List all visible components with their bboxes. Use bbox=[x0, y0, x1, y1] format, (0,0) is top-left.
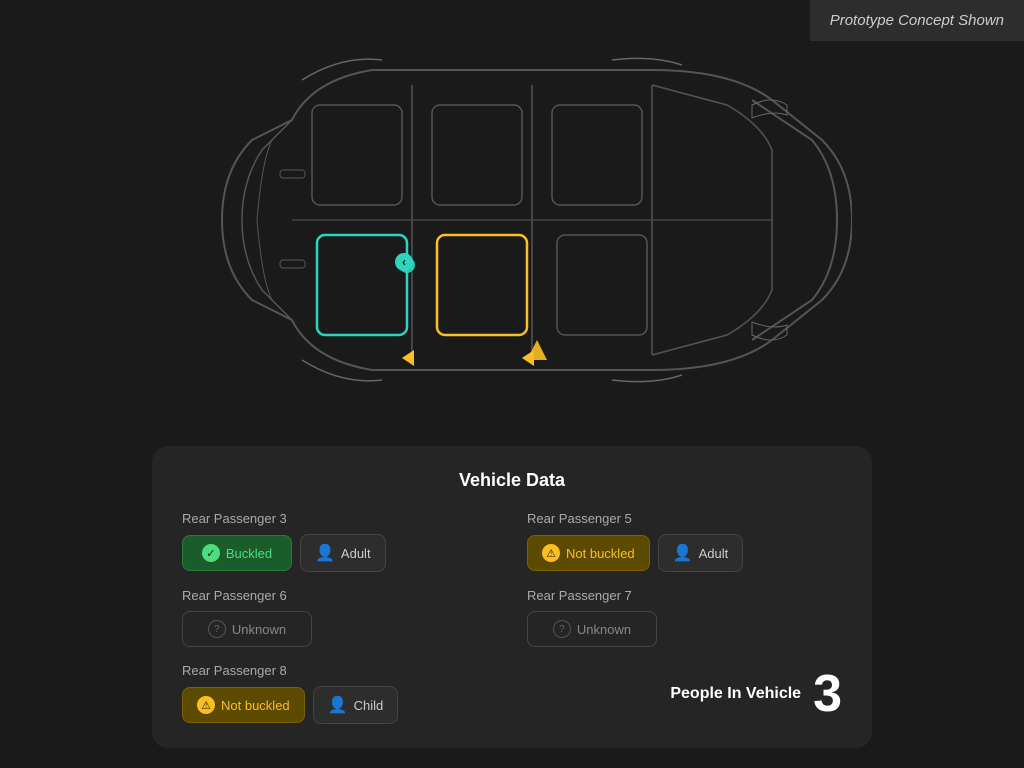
warning-icon: ⚠ bbox=[197, 696, 215, 714]
passenger-7-section: Rear Passenger 7 ? Unknown bbox=[527, 588, 842, 647]
passenger-7-badges: ? Unknown bbox=[527, 611, 842, 647]
passenger-5-badges: ⚠ Not buckled 👤 Adult bbox=[527, 534, 842, 572]
person-icon: 👤 bbox=[673, 543, 693, 563]
passenger-8-type-text: Child bbox=[354, 698, 384, 713]
passenger-5-status-text: Not buckled bbox=[566, 546, 635, 561]
warning-icon: ⚠ bbox=[542, 544, 560, 562]
passenger-7-label: Rear Passenger 7 bbox=[527, 588, 842, 603]
passenger-5-status-badge: ⚠ Not buckled bbox=[527, 535, 650, 571]
people-in-vehicle: People In Vehicle 3 bbox=[527, 668, 842, 720]
passenger-3-status-badge: ✓ Buckled bbox=[182, 535, 292, 571]
prototype-label: Prototype Concept Shown bbox=[810, 0, 1024, 41]
question-icon: ? bbox=[553, 620, 571, 638]
bottom-row: Rear Passenger 8 ⚠ Not buckled 👤 Child P… bbox=[182, 663, 842, 724]
passenger-8-type-badge: 👤 Child bbox=[313, 686, 399, 724]
passenger-3-type-badge: 👤 Adult bbox=[300, 534, 386, 572]
car-diagram: › ‹ bbox=[0, 20, 1024, 420]
passenger-8-badges: ⚠ Not buckled 👤 Child bbox=[182, 686, 497, 724]
passenger-3-label: Rear Passenger 3 bbox=[182, 511, 497, 526]
people-in-vehicle-count: 3 bbox=[813, 668, 842, 720]
passenger-8-status-badge: ⚠ Not buckled bbox=[182, 687, 305, 723]
passenger-6-badges: ? Unknown bbox=[182, 611, 497, 647]
panel-title: Vehicle Data bbox=[182, 470, 842, 491]
passenger-3-badges: ✓ Buckled 👤 Adult bbox=[182, 534, 497, 572]
passenger-6-status-text: Unknown bbox=[232, 622, 286, 637]
passenger-8-section: Rear Passenger 8 ⚠ Not buckled 👤 Child bbox=[182, 663, 497, 724]
passengers-grid: Rear Passenger 3 ✓ Buckled 👤 Adult Rear … bbox=[182, 511, 842, 647]
passenger-8-status-text: Not buckled bbox=[221, 698, 290, 713]
passenger-6-status-badge: ? Unknown bbox=[182, 611, 312, 647]
people-in-vehicle-label: People In Vehicle bbox=[670, 685, 801, 703]
check-icon: ✓ bbox=[202, 544, 220, 562]
passenger-5-type-text: Adult bbox=[699, 546, 729, 561]
passenger-7-status-text: Unknown bbox=[577, 622, 631, 637]
passenger-8-label: Rear Passenger 8 bbox=[182, 663, 497, 678]
passenger-5-type-badge: 👤 Adult bbox=[658, 534, 744, 572]
passenger-5-label: Rear Passenger 5 bbox=[527, 511, 842, 526]
vehicle-data-panel: Vehicle Data Rear Passenger 3 ✓ Buckled … bbox=[152, 446, 872, 748]
passenger-6-label: Rear Passenger 6 bbox=[182, 588, 497, 603]
person-icon: 👤 bbox=[315, 543, 335, 563]
question-icon: ? bbox=[208, 620, 226, 638]
passenger-3-status-text: Buckled bbox=[226, 546, 272, 561]
svg-text:‹: ‹ bbox=[402, 255, 406, 269]
passenger-5-section: Rear Passenger 5 ⚠ Not buckled 👤 Adult bbox=[527, 511, 842, 572]
passenger-3-type-text: Adult bbox=[341, 546, 371, 561]
passenger-6-section: Rear Passenger 6 ? Unknown bbox=[182, 588, 497, 647]
passenger-3-section: Rear Passenger 3 ✓ Buckled 👤 Adult bbox=[182, 511, 497, 572]
passenger-7-status-badge: ? Unknown bbox=[527, 611, 657, 647]
person-icon: 👤 bbox=[328, 695, 348, 715]
